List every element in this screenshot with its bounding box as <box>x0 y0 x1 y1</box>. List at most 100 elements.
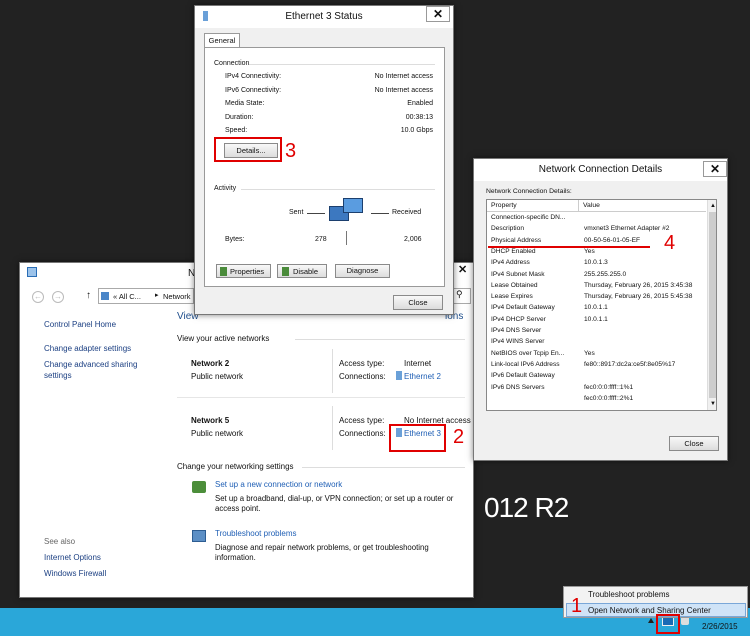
value-cell: Thursday, February 26, 2015 5:45:38 <box>584 293 693 301</box>
close-icon[interactable]: ✕ <box>703 161 727 177</box>
value-cell: 10.0.1.1 <box>584 315 608 323</box>
details-row[interactable]: IPv6 DNS Servers fec0:0:0:ffff::1%1 <box>487 383 706 394</box>
details-row[interactable]: IPv4 Subnet Mask 255.255.255.0 <box>487 270 706 281</box>
annotation-box-1 <box>656 614 680 634</box>
tray-up-arrow-icon[interactable] <box>648 618 654 623</box>
task-link-troubleshoot[interactable]: Troubleshoot problems <box>215 529 297 538</box>
up-arrow-icon[interactable]: ↑ <box>86 290 91 301</box>
network-type: Public network <box>191 429 244 438</box>
connections-label: Connections: <box>339 429 386 438</box>
connection-link-ethernet-2[interactable]: Ethernet 2 <box>404 372 441 381</box>
group-divider <box>249 64 435 65</box>
disable-button[interactable]: Disable <box>277 264 327 278</box>
details-listview[interactable]: Property Value Connection-specific DN...… <box>486 199 717 411</box>
value-cell: vmxnet3 Ethernet Adapter #2 <box>584 225 670 233</box>
connection-group-label: Connection <box>214 60 250 67</box>
header-divider <box>295 339 465 340</box>
details-row[interactable]: IPv4 Default Gateway 10.0.1.1 <box>487 303 706 314</box>
network-name: Network 5 <box>191 416 230 425</box>
scroll-up-arrow-icon[interactable]: ▲ <box>710 203 716 209</box>
access-type-label: Access type: <box>339 416 385 425</box>
property-cell: IPv4 Address <box>491 259 530 267</box>
sidebar-link-adapter[interactable]: Change adapter settings <box>44 344 131 353</box>
property-cell: Description <box>491 225 524 233</box>
details-row[interactable]: Lease Expires Thursday, February 26, 2015… <box>487 292 706 303</box>
address-bar[interactable]: « All C... ▸ Network <box>98 288 194 304</box>
vertical-scrollbar[interactable]: ▲ ▼ <box>707 200 716 410</box>
back-button[interactable]: ← <box>32 291 44 303</box>
taskbar-date[interactable]: 2/26/2015 <box>702 622 738 631</box>
connection-details-window: Network Connection Details ✕ Network Con… <box>473 158 728 461</box>
column-header-value[interactable]: Value <box>583 202 600 209</box>
value-cell: fe80::8917:dc2a:ce5f:8e05%17 <box>584 360 676 368</box>
annotation-box-2 <box>389 424 446 452</box>
breadcrumb-network[interactable]: Network <box>163 292 191 301</box>
window-title: Network Connection Details <box>538 164 663 175</box>
menu-item-troubleshoot[interactable]: Troubleshoot problems <box>588 590 670 599</box>
close-icon[interactable]: ✕ <box>426 6 450 22</box>
button-label: Disable <box>293 267 319 276</box>
property-cell: Lease Obtained <box>491 281 538 289</box>
property-cell: Lease Expires <box>491 293 533 301</box>
close-button[interactable]: Close <box>669 436 719 451</box>
annotation-underline-4 <box>488 246 650 248</box>
button-label: Properties <box>230 267 265 276</box>
details-row[interactable]: Lease Obtained Thursday, February 26, 201… <box>487 281 706 292</box>
scroll-thumb[interactable] <box>709 212 716 398</box>
annotation-number-4: 4 <box>664 232 676 254</box>
status-value: No Internet access <box>374 73 433 80</box>
folder-icon <box>101 292 109 300</box>
ethernet-icon <box>396 371 402 380</box>
activity-divider <box>346 231 347 245</box>
search-box[interactable]: ⚲ <box>453 288 471 304</box>
details-row[interactable]: Connection-specific DN... <box>487 213 706 224</box>
property-cell: IPv4 Subnet Mask <box>491 270 545 278</box>
task-link-new-connection[interactable]: Set up a new connection or network <box>215 480 342 489</box>
annotation-box-3 <box>214 137 282 162</box>
details-row[interactable]: NetBIOS over Tcpip En... Yes <box>487 349 706 360</box>
tab-general[interactable]: General <box>204 33 240 48</box>
diagnose-button[interactable]: Diagnose <box>335 264 390 278</box>
details-row[interactable]: IPv4 WINS Server <box>487 337 706 348</box>
sidebar-link-internet-options[interactable]: Internet Options <box>44 553 101 562</box>
network-app-icon <box>27 267 37 277</box>
network-divider <box>332 406 333 450</box>
column-header-property[interactable]: Property <box>491 202 517 209</box>
details-row[interactable]: Link-local IPv6 Address fe80::8917:dc2a:c… <box>487 360 706 371</box>
annotation-number-3: 3 <box>285 140 297 162</box>
breadcrumb-all[interactable]: « All C... <box>113 292 141 301</box>
computers-icon <box>329 196 367 226</box>
listview-header: Property Value <box>487 200 706 212</box>
property-cell: IPv4 DNS Server <box>491 327 542 334</box>
forward-button[interactable]: → <box>52 291 64 303</box>
network-divider <box>332 349 333 393</box>
sidebar-home-link[interactable]: Control Panel Home <box>44 320 116 329</box>
network-name: Network 2 <box>191 359 230 368</box>
received-line <box>371 213 389 214</box>
tab-panel: Connection IPv4 Connectivity: No Interne… <box>204 47 445 287</box>
sent-line <box>307 213 325 214</box>
properties-button[interactable]: Properties <box>216 264 271 278</box>
details-row[interactable]: IPv6 Default Gateway <box>487 371 706 382</box>
scroll-down-arrow-icon[interactable]: ▼ <box>710 401 716 407</box>
details-row[interactable]: IPv4 DHCP Server 10.0.1.1 <box>487 315 706 326</box>
bytes-received: 2,006 <box>404 236 422 243</box>
connections-label: Connections: <box>339 372 386 381</box>
property-cell: NetBIOS over Tcpip En... <box>491 349 565 357</box>
sidebar-link-sharing[interactable]: Change advanced sharing settings <box>44 359 152 381</box>
bytes-sent: 278 <box>315 236 327 243</box>
active-networks-header: View your active networks <box>177 334 270 343</box>
value-cell: Yes <box>584 349 595 357</box>
group-divider <box>241 189 435 190</box>
bytes-label: Bytes: <box>225 236 245 243</box>
sidebar-link-firewall[interactable]: Windows Firewall <box>44 569 106 578</box>
breadcrumb-separator-icon: ▸ <box>155 292 159 299</box>
access-type-label: Access type: <box>339 359 385 368</box>
details-row[interactable]: IPv4 DNS Server <box>487 326 706 337</box>
close-icon[interactable]: ✕ <box>458 263 472 277</box>
value-cell: Yes <box>584 247 595 255</box>
details-row[interactable]: IPv4 Address 10.0.1.3 <box>487 258 706 269</box>
close-button[interactable]: Close <box>393 295 443 310</box>
property-cell: IPv4 DHCP Server <box>491 315 546 323</box>
details-row[interactable]: fec0:0:0:ffff::2%1 <box>487 394 706 405</box>
